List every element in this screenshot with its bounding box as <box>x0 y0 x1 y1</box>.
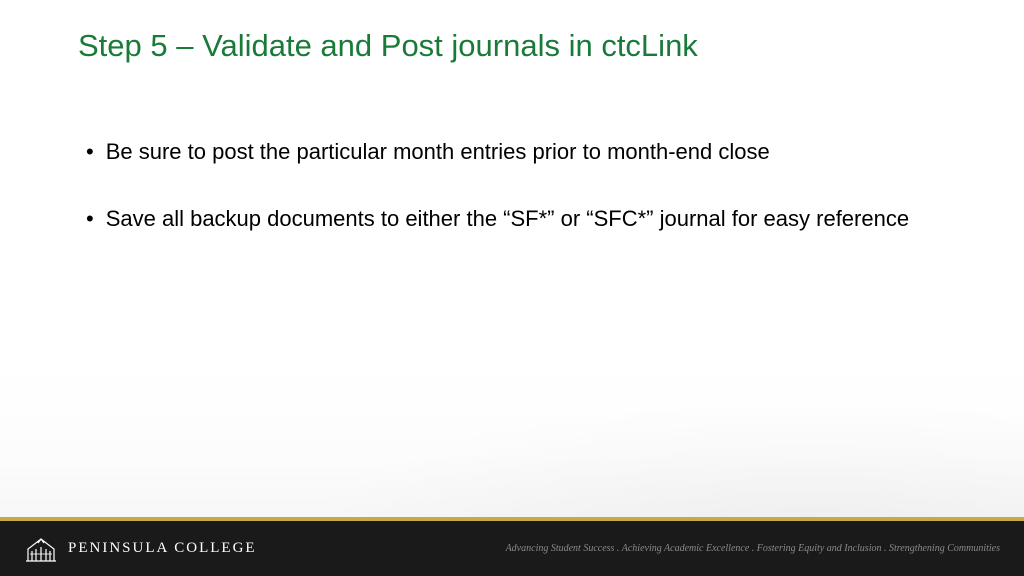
slide-content: • Be sure to post the particular month e… <box>78 138 946 271</box>
bullet-item: • Save all backup documents to either th… <box>78 205 946 234</box>
slide-title: Step 5 – Validate and Post journals in c… <box>78 28 698 64</box>
logo-area: PENINSULA COLLEGE <box>24 535 257 563</box>
background-mountains <box>0 361 1024 521</box>
bullet-item: • Be sure to post the particular month e… <box>78 138 946 167</box>
bullet-text: Be sure to post the particular month ent… <box>106 138 946 167</box>
college-logo-icon <box>24 535 58 563</box>
bullet-text: Save all backup documents to either the … <box>106 205 946 234</box>
slide: Step 5 – Validate and Post journals in c… <box>0 0 1024 576</box>
footer: PENINSULA COLLEGE Advancing Student Succ… <box>0 521 1024 576</box>
college-name: PENINSULA COLLEGE <box>68 540 257 557</box>
bullet-dot-icon: • <box>86 205 94 234</box>
footer-tagline: Advancing Student Success . Achieving Ac… <box>506 543 1000 554</box>
bullet-dot-icon: • <box>86 138 94 167</box>
